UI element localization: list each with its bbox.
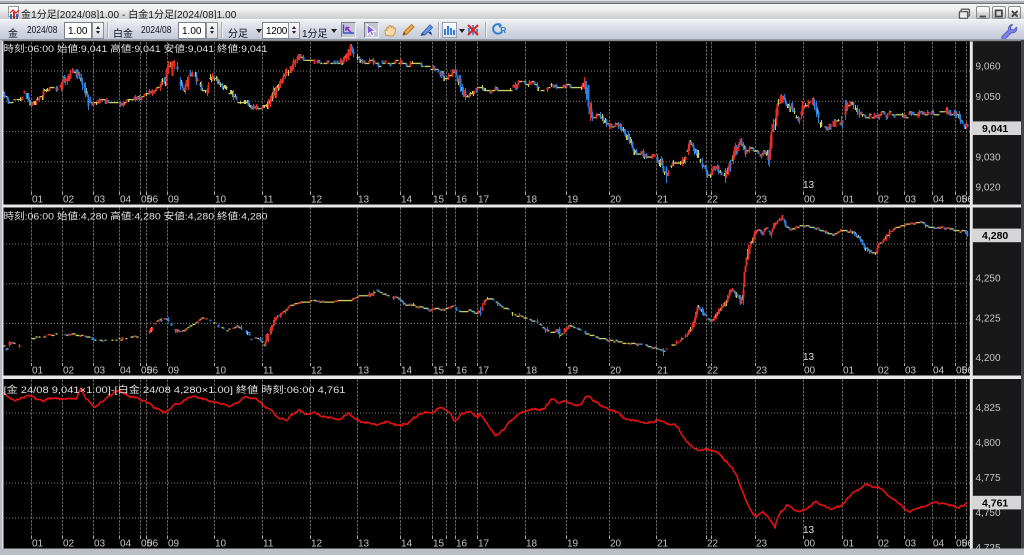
svg-text:4,800: 4,800: [976, 438, 1001, 449]
svg-text:R: R: [500, 25, 506, 35]
svg-text:22: 22: [707, 195, 719, 206]
svg-text:19: 19: [567, 195, 579, 206]
svg-text:03: 03: [94, 366, 106, 377]
svg-text:04: 04: [933, 366, 945, 377]
svg-text:04: 04: [933, 195, 945, 206]
svg-text:22: 22: [707, 366, 719, 377]
svg-text:23: 23: [756, 366, 768, 377]
svg-text:15: 15: [433, 539, 445, 550]
svg-text:18: 18: [526, 539, 538, 550]
svg-text:4,775: 4,775: [976, 473, 1001, 484]
svg-text:01: 01: [843, 539, 855, 550]
svg-text:01: 01: [843, 366, 855, 377]
svg-text:18: 18: [526, 366, 538, 377]
svg-text:02: 02: [878, 539, 890, 550]
svg-text:03: 03: [94, 195, 106, 206]
svg-text:4,825: 4,825: [976, 403, 1001, 414]
svg-text:21: 21: [657, 195, 669, 206]
svg-text:22: 22: [707, 539, 719, 550]
svg-text:03: 03: [94, 539, 106, 550]
svg-text:20: 20: [610, 539, 622, 550]
svg-text:12: 12: [311, 539, 323, 550]
svg-text:00: 00: [804, 195, 816, 206]
svg-text:10: 10: [215, 539, 227, 550]
svg-text:06: 06: [147, 366, 159, 377]
svg-text:01: 01: [32, 366, 44, 377]
svg-text:4,280: 4,280: [982, 230, 1008, 242]
svg-text:09: 09: [168, 195, 180, 206]
svg-text:01: 01: [843, 195, 855, 206]
svg-text:06: 06: [147, 539, 159, 550]
svg-text:04: 04: [120, 195, 132, 206]
svg-text:04: 04: [120, 539, 132, 550]
svg-text:10: 10: [215, 366, 227, 377]
svg-text:01: 01: [32, 539, 44, 550]
svg-text:13: 13: [358, 195, 370, 206]
svg-text:12: 12: [311, 195, 323, 206]
svg-text:10: 10: [215, 195, 227, 206]
svg-text:13: 13: [803, 352, 815, 363]
svg-text:14: 14: [401, 366, 413, 377]
svg-text:4,761: 4,761: [982, 497, 1008, 509]
svg-text:9,060: 9,060: [976, 62, 1001, 73]
svg-text:18: 18: [526, 195, 538, 206]
svg-text:23: 23: [756, 539, 768, 550]
svg-text:02: 02: [63, 195, 75, 206]
svg-text:9,020: 9,020: [976, 183, 1001, 194]
svg-text:15: 15: [433, 366, 445, 377]
svg-text:4,725: 4,725: [976, 543, 1001, 554]
svg-text:03: 03: [905, 195, 917, 206]
svg-text:01: 01: [32, 195, 44, 206]
svg-text:11: 11: [263, 539, 274, 550]
svg-text:9,041: 9,041: [982, 123, 1008, 135]
svg-text:02: 02: [878, 366, 890, 377]
svg-text:21: 21: [657, 539, 669, 550]
svg-text:17: 17: [478, 195, 490, 206]
svg-text:20: 20: [610, 366, 622, 377]
svg-text:19: 19: [567, 539, 579, 550]
svg-text:06: 06: [147, 195, 159, 206]
svg-text:21: 21: [657, 366, 669, 377]
svg-text:14: 14: [401, 195, 413, 206]
svg-text:04: 04: [933, 539, 945, 550]
svg-text:13: 13: [358, 539, 370, 550]
svg-text:16: 16: [456, 195, 468, 206]
svg-text:時刻:06:00 始値:4,280 高値:4,280 安値:: 時刻:06:00 始値:4,280 高値:4,280 安値:4,280 終値:4…: [4, 211, 268, 223]
svg-text:00: 00: [804, 366, 816, 377]
svg-text:13: 13: [803, 180, 815, 191]
svg-text:14: 14: [401, 539, 413, 550]
svg-text:19: 19: [567, 366, 579, 377]
svg-text:4,750: 4,750: [976, 508, 1001, 519]
svg-text:11: 11: [263, 195, 274, 206]
svg-text:時刻:06:00 始値:9,041 高値:9,041 安値:: 時刻:06:00 始値:9,041 高値:9,041 安値:9,041 終値:9…: [4, 43, 268, 55]
svg-text:13: 13: [803, 525, 815, 536]
svg-text:00: 00: [804, 539, 816, 550]
svg-text:4,225: 4,225: [976, 313, 1001, 324]
svg-text:20: 20: [610, 195, 622, 206]
svg-text:4,250: 4,250: [976, 274, 1001, 285]
svg-text:11: 11: [263, 366, 274, 377]
svg-text:09: 09: [168, 366, 180, 377]
svg-text:02: 02: [63, 539, 75, 550]
svg-text:4,200: 4,200: [976, 353, 1001, 364]
svg-text:16: 16: [456, 366, 468, 377]
svg-text:17: 17: [478, 366, 490, 377]
svg-text:15: 15: [433, 195, 445, 206]
svg-text:9,030: 9,030: [976, 152, 1001, 163]
svg-text:23: 23: [756, 195, 768, 206]
svg-text:12: 12: [311, 366, 323, 377]
svg-text:03: 03: [905, 539, 917, 550]
svg-text:04: 04: [120, 366, 132, 377]
svg-text:13: 13: [358, 366, 370, 377]
svg-text:09: 09: [168, 539, 180, 550]
svg-text:03: 03: [905, 366, 917, 377]
svg-text:[金 24/08 9,041×1.00]-[白金 24/08: [金 24/08 9,041×1.00]-[白金 24/08 4,280×1.0…: [4, 384, 346, 396]
svg-text:17: 17: [478, 539, 490, 550]
svg-text:02: 02: [878, 195, 890, 206]
svg-text:16: 16: [456, 539, 468, 550]
svg-text:02: 02: [63, 366, 75, 377]
svg-text:9,050: 9,050: [976, 92, 1001, 103]
